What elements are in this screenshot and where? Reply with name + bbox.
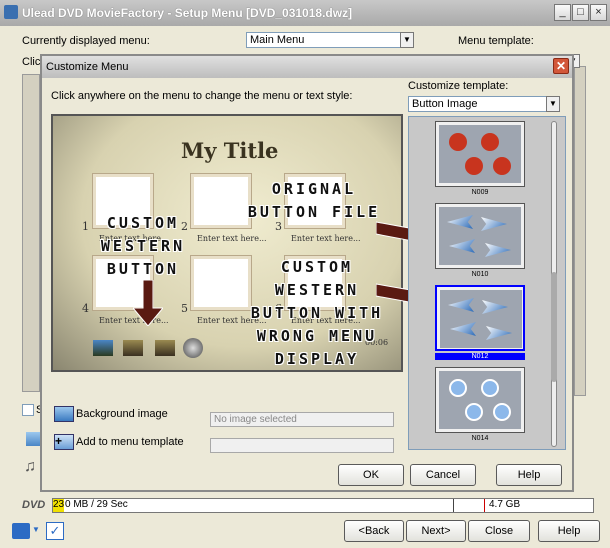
arrow-button-icon [485, 243, 511, 257]
fast-forward-icon [493, 403, 511, 421]
music-icon[interactable]: ♫ [24, 458, 36, 476]
play-icon [449, 379, 467, 397]
cancel-button[interactable]: Cancel [410, 464, 476, 486]
add-template-field [210, 438, 394, 453]
chevron-down-icon[interactable]: ▼ [400, 32, 414, 48]
current-menu-select[interactable]: Main Menu ▼ [246, 32, 414, 48]
template-caption-n010: N010 [471, 271, 489, 278]
next-button[interactable]: Next> [406, 520, 466, 542]
template-list[interactable]: N009 N010 N012 N014 [408, 116, 566, 450]
dialog-titlebar: Customize Menu ✕ [42, 56, 572, 78]
window-title: Ulead DVD MovieFactory - Setup Menu [DVD… [22, 6, 353, 20]
close-icon[interactable]: ✕ [553, 58, 569, 74]
dialog-instruction: Click anywhere on the menu to change the… [51, 90, 353, 102]
rewind-icon [465, 403, 483, 421]
menu-template-label: Menu template: [458, 35, 534, 47]
checkmark-icon[interactable]: ✓ [46, 522, 64, 540]
arrow-button-icon [481, 217, 507, 231]
annotation-arrow-down [133, 280, 163, 326]
template-card-n010[interactable] [435, 203, 525, 269]
background-image-field: No image selected [210, 412, 394, 427]
add-to-template-label[interactable]: Add to menu template [76, 436, 184, 448]
capacity-used: 23 [53, 499, 65, 512]
current-menu-value: Main Menu [250, 34, 305, 46]
partial-label: Clic [22, 56, 41, 68]
window-titlebar: Ulead DVD MovieFactory - Setup Menu [DVD… [0, 0, 610, 26]
fast-forward-icon [493, 157, 511, 175]
close-window-button[interactable]: × [590, 4, 607, 21]
customize-template-label: Customize template: [408, 80, 509, 92]
capacity-separator-1 [453, 499, 454, 512]
help-button[interactable]: Help [538, 520, 600, 542]
annotation-custom-western-button: CUSTOM WESTERN BUTTON [100, 214, 186, 278]
menu-text-3[interactable]: Enter text here... [291, 234, 361, 243]
minimize-button[interactable]: _ [554, 4, 571, 21]
capacity-total: 4.7 GB [489, 499, 521, 510]
chevron-down-icon[interactable]: ▼ [32, 525, 40, 534]
template-card-n014[interactable] [435, 367, 525, 433]
customize-template-select[interactable]: Button Image ▼ [408, 96, 560, 112]
nav-button-home[interactable] [93, 340, 113, 356]
nav-button-next[interactable] [155, 340, 175, 356]
arrow-button-icon [486, 326, 512, 340]
dialog-title: Customize Menu [46, 61, 129, 73]
add-template-icon[interactable]: + [54, 434, 74, 450]
customize-template-value: Button Image [412, 98, 478, 110]
background-image-label[interactable]: Background image [76, 408, 168, 420]
capacity-separator-2 [484, 499, 485, 512]
scrollbar-thumb[interactable] [551, 272, 557, 382]
background-image-icon[interactable] [54, 406, 74, 422]
outer-checkbox[interactable] [22, 404, 34, 416]
arrow-button-icon [449, 239, 475, 253]
list-view-icon[interactable] [12, 523, 30, 539]
annotation-original-button-file: ORIGNAL BUTTON FILE [247, 180, 381, 221]
template-card-n012[interactable] [435, 285, 525, 351]
template-caption-n009: N009 [471, 189, 489, 196]
app-icon [4, 5, 18, 19]
template-card-n009[interactable] [435, 121, 525, 187]
home-icon [481, 133, 499, 151]
capacity-bar: 23 0 MB / 29 Sec 4.7 GB [52, 498, 594, 513]
nav-button-prev[interactable] [123, 340, 143, 356]
menu-number-5: 5 [181, 302, 188, 315]
home-icon [481, 379, 499, 397]
outer-panel [22, 74, 40, 392]
ok-button[interactable]: OK [338, 464, 404, 486]
dialog-help-button[interactable]: Help [496, 464, 562, 486]
outer-right-panel [574, 66, 586, 396]
arrow-button-icon [448, 298, 474, 312]
outer-image-icon [26, 432, 40, 446]
template-scrollbar[interactable] [551, 121, 557, 447]
menu-preview[interactable]: My Title 1 2 3 4 5 6 Enter text here... … [51, 114, 403, 372]
menu-title[interactable]: My Title [181, 138, 278, 163]
dvd-label: DVD [22, 499, 46, 511]
close-button[interactable]: Close [468, 520, 530, 542]
nav-button-disc[interactable] [183, 338, 203, 358]
arrow-button-icon [450, 322, 476, 336]
status-bar: DVD 23 0 MB / 29 Sec 4.7 GB [18, 497, 594, 515]
template-caption-n012: N012 [435, 353, 525, 360]
current-menu-label: Currently displayed menu: [22, 35, 150, 47]
back-button[interactable]: <Back [344, 520, 404, 542]
play-icon [449, 133, 467, 151]
arrow-button-icon [482, 300, 508, 314]
chevron-down-icon[interactable]: ▼ [546, 96, 560, 112]
capacity-text: 0 MB / 29 Sec [65, 499, 128, 510]
maximize-button[interactable]: □ [572, 4, 589, 21]
rewind-icon [465, 157, 483, 175]
template-caption-n014: N014 [471, 435, 489, 442]
menu-number-4: 4 [82, 302, 89, 315]
customize-menu-dialog: Customize Menu ✕ Click anywhere on the m… [40, 54, 574, 492]
arrow-button-icon [447, 215, 473, 229]
